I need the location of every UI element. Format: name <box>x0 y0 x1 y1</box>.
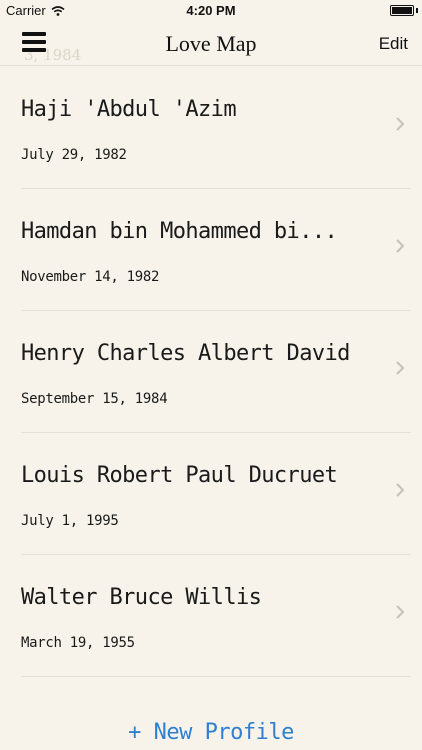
status-time: 4:20 PM <box>186 3 236 18</box>
chevron-right-icon <box>396 483 405 497</box>
profile-list: Haji 'Abdul 'Azim July 29, 1982 Hamdan b… <box>0 67 422 677</box>
profile-date: November 14, 1982 <box>21 269 160 285</box>
new-profile-button[interactable]: + New Profile <box>0 720 422 745</box>
list-item[interactable]: Haji 'Abdul 'Azim July 29, 1982 <box>21 67 411 189</box>
list-item[interactable]: Henry Charles Albert David September 15,… <box>21 311 411 433</box>
profile-date: July 29, 1982 <box>21 147 127 163</box>
navigation-bar: 3, 1984 Love Map Edit <box>0 22 422 66</box>
profile-date: March 19, 1955 <box>21 635 135 651</box>
profile-name: Hamdan bin Mohammed bi... <box>21 219 338 244</box>
profile-name: Walter Bruce Willis <box>21 585 262 610</box>
profile-name: Louis Robert Paul Ducruet <box>21 463 338 488</box>
profile-name: Haji 'Abdul 'Azim <box>21 97 237 122</box>
page-title: Love Map <box>165 31 257 56</box>
edit-button[interactable]: Edit <box>379 34 408 54</box>
battery-tip <box>416 8 418 13</box>
profile-name: Henry Charles Albert David <box>21 341 350 366</box>
list-item[interactable]: Hamdan bin Mohammed bi... November 14, 1… <box>21 189 411 311</box>
profile-date: July 1, 1995 <box>21 513 119 529</box>
chevron-right-icon <box>396 605 405 619</box>
chevron-right-icon <box>396 117 405 131</box>
profile-date: September 15, 1984 <box>21 391 168 407</box>
chevron-right-icon <box>396 239 405 253</box>
status-bar: Carrier 4:20 PM <box>0 0 422 22</box>
list-item[interactable]: Walter Bruce Willis March 19, 1955 <box>21 555 411 677</box>
list-item[interactable]: Louis Robert Paul Ducruet July 1, 1995 <box>21 433 411 555</box>
chevron-right-icon <box>396 361 405 375</box>
battery-icon <box>390 5 414 16</box>
